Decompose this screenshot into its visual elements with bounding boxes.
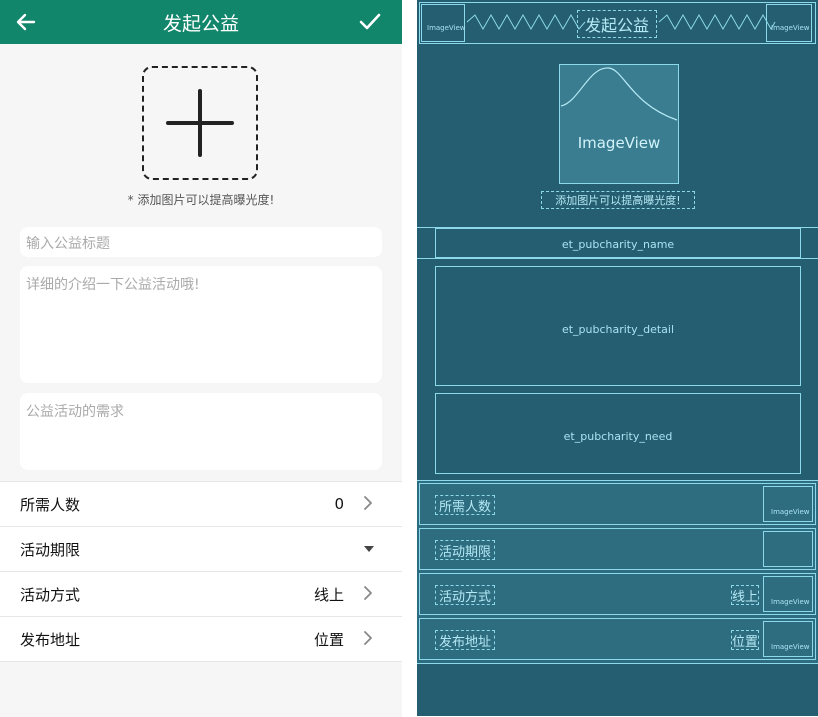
- blueprint-row-image: [763, 486, 813, 522]
- blueprint-row-value: 线上: [731, 585, 759, 605]
- blueprint-divider: [417, 480, 818, 481]
- plus-icon: [166, 89, 234, 157]
- need-input[interactable]: 公益活动的需求: [20, 393, 382, 470]
- blueprint-image-curve: [560, 67, 678, 121]
- blueprint-small-label: ImageView: [427, 24, 466, 32]
- blueprint-row-image: [763, 621, 813, 657]
- blueprint-small-label: ImageView: [771, 643, 810, 651]
- blueprint-title: 发起公益: [577, 10, 657, 38]
- row-label: 发布地址: [20, 630, 81, 649]
- blueprint-ok-image: [766, 4, 812, 42]
- screenshot-root: 发起公益 * 添加图片可以提高曝光度! 输入公益标题 详细的介绍一下公益活动哦!…: [0, 0, 818, 717]
- app-bar: 发起公益: [0, 0, 402, 44]
- blueprint-panel: ImageView 发起公益 ImageView ImageView 添加图片可…: [417, 0, 818, 716]
- photo-hint: * 添加图片可以提高曝光度!: [127, 193, 275, 207]
- chevron-right-icon: [364, 496, 372, 510]
- blueprint-divider: [417, 663, 818, 664]
- detail-input[interactable]: 详细的介绍一下公益活动哦!: [20, 266, 382, 383]
- blueprint-row-image: [763, 576, 813, 612]
- blueprint-imageview-label: ImageView: [577, 134, 661, 152]
- blueprint-need-label: et_pubcharity_need: [563, 430, 673, 443]
- blueprint-small-label: ImageView: [771, 508, 810, 516]
- chevron-right-icon: [364, 631, 372, 645]
- blueprint-row-label: 发布地址: [435, 630, 495, 650]
- row-label: 所需人数: [20, 495, 81, 514]
- row-label: 活动期限: [20, 540, 81, 559]
- row-mode[interactable]: 活动方式 线上: [0, 571, 402, 616]
- check-icon: [359, 13, 381, 30]
- page-title: 发起公益: [162, 13, 239, 35]
- blueprint-row-image: [763, 531, 813, 567]
- row-value: 0: [334, 495, 344, 513]
- blueprint-divider: [417, 258, 818, 259]
- chevron-right-icon: [364, 586, 372, 600]
- confirm-button[interactable]: [356, 8, 384, 36]
- row-value: 线上: [313, 585, 344, 604]
- blueprint-name-label: et_pubcharity_name: [561, 238, 675, 251]
- settings-list: 所需人数 0 活动期限 活动方式 线上 发布地址 位置: [0, 481, 402, 661]
- add-photo-button[interactable]: [142, 66, 258, 180]
- blueprint-row-label: 活动方式: [435, 585, 495, 605]
- phone-screen: 发起公益 * 添加图片可以提高曝光度! 输入公益标题 详细的介绍一下公益活动哦!…: [0, 0, 402, 717]
- blueprint-row-label: 所需人数: [435, 495, 495, 515]
- row-value: 位置: [313, 630, 344, 649]
- blueprint-row-label: 活动期限: [435, 540, 495, 560]
- bottom-blank: [0, 661, 402, 717]
- row-people-count[interactable]: 所需人数 0: [0, 481, 402, 526]
- title-input[interactable]: 输入公益标题: [20, 227, 382, 257]
- blueprint-row-value: 位置: [731, 630, 759, 650]
- blueprint-small-label: ImageView: [771, 598, 810, 606]
- dropdown-triangle-icon: [364, 546, 374, 552]
- row-duration[interactable]: 活动期限: [0, 526, 402, 571]
- row-address[interactable]: 发布地址 位置: [0, 616, 402, 661]
- row-label: 活动方式: [20, 585, 81, 604]
- blueprint-small-label: ImageView: [771, 24, 810, 32]
- blueprint-hint: 添加图片可以提高曝光度!: [541, 191, 695, 209]
- blueprint-back-image: [421, 4, 465, 42]
- blueprint-detail-label: et_pubcharity_detail: [561, 323, 675, 336]
- form-content: * 添加图片可以提高曝光度! 输入公益标题 详细的介绍一下公益活动哦! 公益活动…: [0, 44, 402, 481]
